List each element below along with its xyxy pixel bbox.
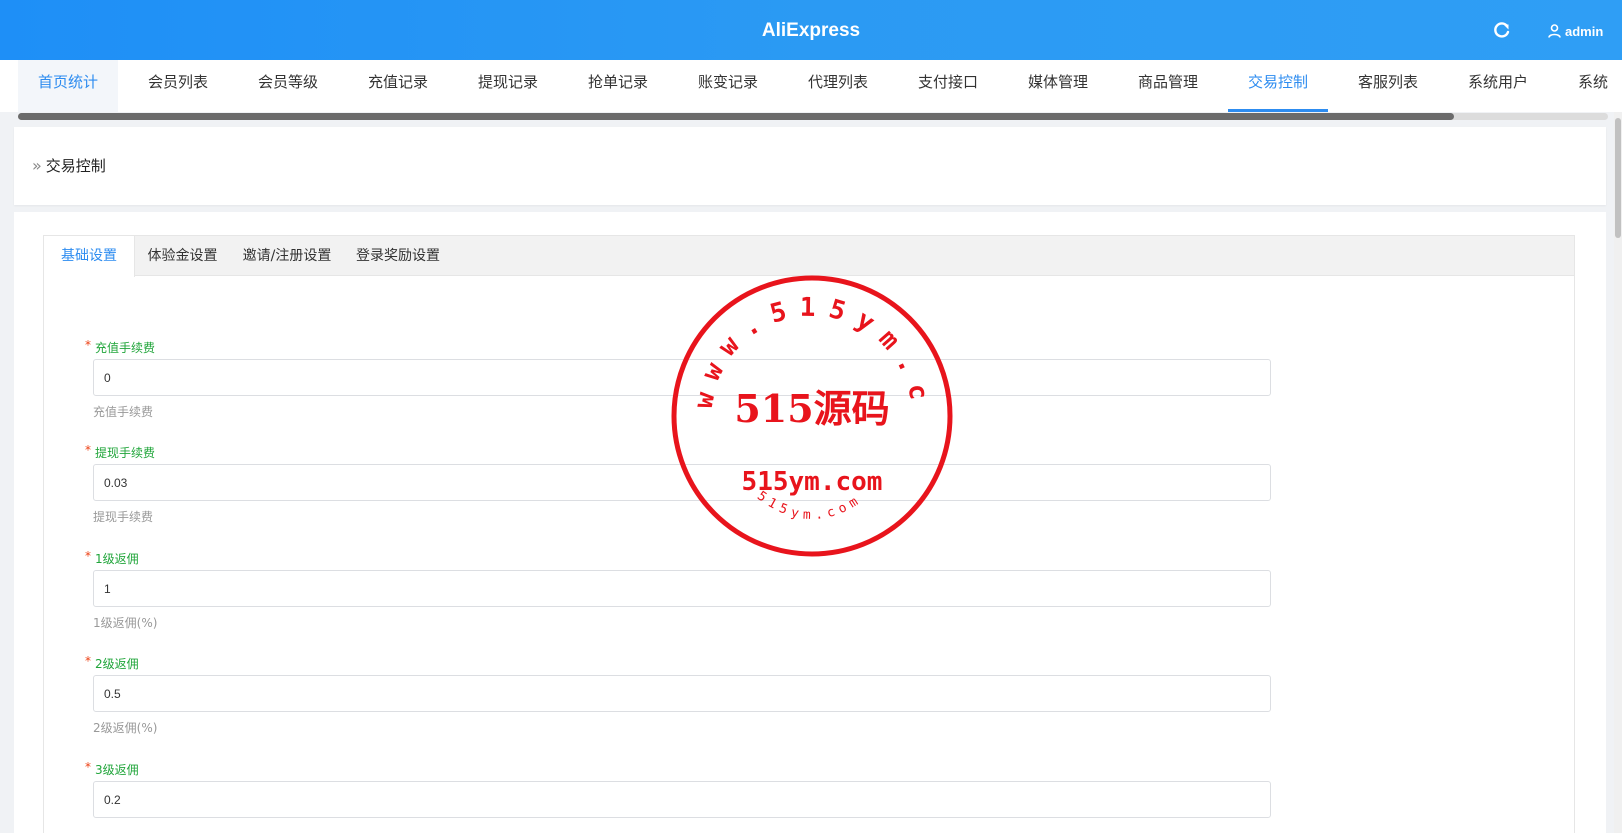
field-label-text: 3级返佣 [95,763,139,777]
nav-item-system[interactable]: 系统 [1556,60,1622,112]
nav-scrollbar-thumb[interactable] [18,113,1454,120]
required-mark: * [85,654,91,668]
nav-item-agents[interactable]: 代理列表 [786,60,890,112]
nav-item-recharge-records[interactable]: 充值记录 [346,60,450,112]
nav-item-balance-records[interactable]: 账变记录 [676,60,780,112]
nav-scrollbar[interactable] [18,113,1608,120]
page-scrollbar[interactable] [1614,112,1622,833]
field-label-text: 2级返佣 [95,657,139,671]
nav-item-members[interactable]: 会员列表 [126,60,230,112]
nav-item-payment[interactable]: 支付接口 [896,60,1000,112]
breadcrumb-separator-icon: » [32,156,42,175]
field-label: * 1级返佣 [85,549,139,567]
field-label-text: 提现手续费 [95,446,156,460]
nav-item-order-records[interactable]: 抢单记录 [566,60,670,112]
top-nav: 首页统计 会员列表 会员等级 充值记录 提现记录 抢单记录 账变记录 代理列表 … [0,60,1622,112]
breadcrumb-current: 交易控制 [45,157,106,175]
field-label-text: 1级返佣 [95,552,139,566]
tab-login-rewards[interactable]: 登录奖励设置 [344,236,452,276]
refresh-icon [1494,22,1510,38]
tab-trial-funds[interactable]: 体验金设置 [135,236,230,276]
field-help-text: 2级返佣(%) [93,721,158,735]
field-help-text: 1级返佣(%) [93,616,158,630]
settings-tab-box: 基础设置 体验金设置 邀请/注册设置 登录奖励设置 * 充值手续费 充值手续费 *… [43,235,1575,833]
app-title: AliExpress [761,20,861,41]
field-help-text: 充值手续费 [93,405,154,419]
user-name: admin [1565,23,1604,39]
field-label: * 提现手续费 [85,443,156,461]
nav-item-customer-service[interactable]: 客服列表 [1336,60,1440,112]
nav-item-products[interactable]: 商品管理 [1116,60,1220,112]
field-label: * 3级返佣 [85,760,139,778]
breadcrumb: » 交易控制 [32,155,106,176]
tab-invite-register[interactable]: 邀请/注册设置 [230,236,344,276]
field-label: * 2级返佣 [85,654,139,672]
field-help-text: 提现手续费 [93,510,154,524]
nav-item-withdraw-records[interactable]: 提现记录 [456,60,560,112]
required-mark: * [85,338,91,352]
level1-commission-input[interactable] [93,570,1271,607]
required-mark: * [85,443,91,457]
page-scrollbar-thumb[interactable] [1615,118,1621,238]
refresh-button[interactable] [1490,18,1514,42]
nav-item-media[interactable]: 媒体管理 [1006,60,1110,112]
level3-commission-input[interactable] [93,781,1271,818]
level2-commission-input[interactable] [93,675,1271,712]
required-mark: * [85,549,91,563]
field-label: * 充值手续费 [85,338,156,356]
user-menu-button[interactable]: admin [1548,19,1603,43]
user-icon [1548,24,1561,38]
tab-bar: 基础设置 体验金设置 邀请/注册设置 登录奖励设置 [44,236,1574,277]
tab-basic-settings[interactable]: 基础设置 [44,236,135,277]
recharge-fee-input[interactable] [93,359,1271,396]
top-header: AliExpress admin [0,0,1622,60]
content-card: 基础设置 体验金设置 邀请/注册设置 登录奖励设置 * 充值手续费 充值手续费 *… [14,212,1606,833]
withdraw-fee-input[interactable] [93,464,1271,501]
required-mark: * [85,760,91,774]
nav-item-system-users[interactable]: 系统用户 [1446,60,1550,112]
breadcrumb-card: » 交易控制 [14,127,1606,205]
nav-item-home-stats[interactable]: 首页统计 [18,60,118,112]
field-label-text: 充值手续费 [95,341,156,355]
nav-item-member-levels[interactable]: 会员等级 [236,60,340,112]
nav-item-trade-control[interactable]: 交易控制 [1228,60,1328,112]
